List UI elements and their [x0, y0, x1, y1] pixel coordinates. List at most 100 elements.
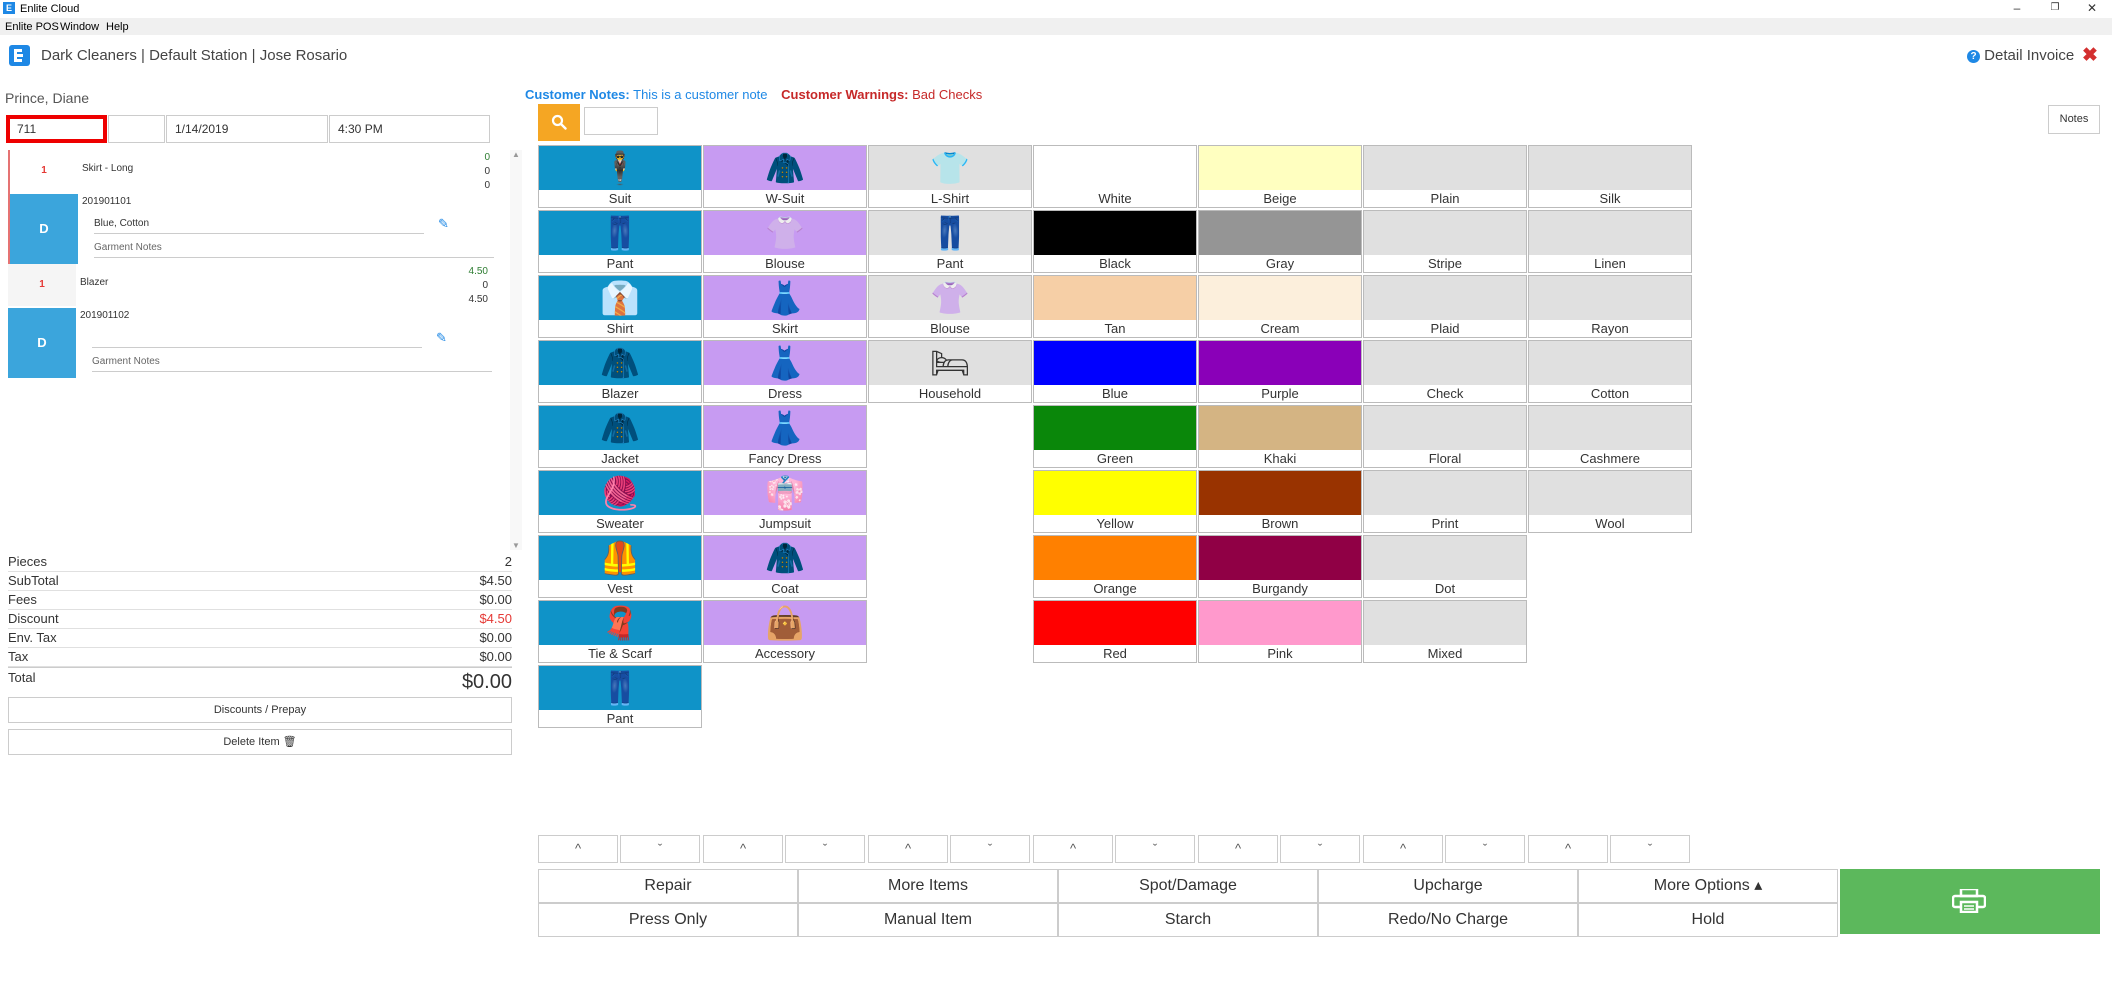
- menu-help[interactable]: Help: [106, 21, 129, 33]
- fabric-tile-rayon[interactable]: Rayon: [1528, 275, 1692, 338]
- date-field[interactable]: 1/14/2019: [166, 115, 328, 143]
- scroll-up-button[interactable]: ^: [1363, 835, 1443, 863]
- pattern-tile-plaid[interactable]: Plaid: [1363, 275, 1527, 338]
- item-type-badge[interactable]: D: [10, 194, 78, 264]
- menu-enlite-pos[interactable]: Enlite POS: [5, 21, 59, 33]
- fabric-tile-silk[interactable]: Silk: [1528, 145, 1692, 208]
- repair-button[interactable]: Repair: [538, 869, 798, 903]
- color-tile-red[interactable]: Red: [1033, 600, 1197, 663]
- list-item[interactable]: 1 Blazer 4.50 0 4.50 201901102 D ✎ Garme…: [8, 264, 492, 378]
- pattern-tile-mixed[interactable]: Mixed: [1363, 600, 1527, 663]
- close-icon[interactable]: ✖: [2082, 44, 2098, 67]
- color-tile-brown[interactable]: Brown: [1198, 470, 1362, 533]
- pattern-tile-floral[interactable]: Floral: [1363, 405, 1527, 468]
- garment-tile-tie-scarf[interactable]: 🧣 Tie & Scarf: [538, 600, 702, 663]
- manual-item-button[interactable]: Manual Item: [798, 903, 1058, 937]
- blank-field[interactable]: [108, 115, 165, 143]
- restore-button[interactable]: ❐: [2035, 0, 2075, 18]
- garment-tile-accessory[interactable]: 👜 Accessory: [703, 600, 867, 663]
- color-tile-white[interactable]: White: [1033, 145, 1197, 208]
- scroll-down-button[interactable]: ˇ: [1445, 835, 1525, 863]
- scroll-down-button[interactable]: ˇ: [620, 835, 700, 863]
- garment-tile-blouse[interactable]: 👚 Blouse: [703, 210, 867, 273]
- color-tile-cream[interactable]: Cream: [1198, 275, 1362, 338]
- garment-tile-vest[interactable]: 🦺 Vest: [538, 535, 702, 598]
- scroll-up-icon[interactable]: ▲: [510, 150, 522, 159]
- scroll-down-button[interactable]: ˇ: [1115, 835, 1195, 863]
- search-button[interactable]: [538, 104, 580, 141]
- edit-icon[interactable]: ✎: [436, 331, 450, 345]
- notes-button[interactable]: Notes: [2048, 105, 2100, 134]
- garment-tile-l-shirt[interactable]: 👕 L-Shirt: [868, 145, 1032, 208]
- garment-tile-w-suit[interactable]: 🧥 W-Suit: [703, 145, 867, 208]
- garment-tile-blouse[interactable]: 👚 Blouse: [868, 275, 1032, 338]
- color-tile-gray[interactable]: Gray: [1198, 210, 1362, 273]
- garment-tile-pant[interactable]: 👖 Pant: [538, 665, 702, 728]
- color-tile-black[interactable]: Black: [1033, 210, 1197, 273]
- garment-tile-jacket[interactable]: 🧥 Jacket: [538, 405, 702, 468]
- garment-tile-blazer[interactable]: 🧥 Blazer: [538, 340, 702, 403]
- garment-tile-suit[interactable]: 🕴 Suit: [538, 145, 702, 208]
- starch-button[interactable]: Starch: [1058, 903, 1318, 937]
- pattern-tile-stripe[interactable]: Stripe: [1363, 210, 1527, 273]
- garment-tile-coat[interactable]: 🧥 Coat: [703, 535, 867, 598]
- press-only-button[interactable]: Press Only: [538, 903, 798, 937]
- scroll-up-button[interactable]: ^: [703, 835, 783, 863]
- scroll-up-button[interactable]: ^: [868, 835, 948, 863]
- garment-tile-shirt[interactable]: 👔 Shirt: [538, 275, 702, 338]
- scroll-down-button[interactable]: ˇ: [785, 835, 865, 863]
- garment-tile-skirt[interactable]: 👗 Skirt: [703, 275, 867, 338]
- discounts-prepay-button[interactable]: Discounts / Prepay: [8, 697, 512, 723]
- fabric-tile-linen[interactable]: Linen: [1528, 210, 1692, 273]
- color-tile-blue[interactable]: Blue: [1033, 340, 1197, 403]
- fabric-tile-wool[interactable]: Wool: [1528, 470, 1692, 533]
- scroll-down-icon[interactable]: ▼: [510, 541, 522, 550]
- scroll-down-button[interactable]: ˇ: [1280, 835, 1360, 863]
- pattern-tile-plain[interactable]: Plain: [1363, 145, 1527, 208]
- garment-notes-field[interactable]: Garment Notes: [94, 239, 494, 258]
- fabric-tile-cashmere[interactable]: Cashmere: [1528, 405, 1692, 468]
- more-items-button[interactable]: More Items: [798, 869, 1058, 903]
- color-tile-yellow[interactable]: Yellow: [1033, 470, 1197, 533]
- garment-tile-pant[interactable]: 👖 Pant: [868, 210, 1032, 273]
- garment-notes-field[interactable]: Garment Notes: [92, 353, 492, 372]
- fabric-tile-cotton[interactable]: Cotton: [1528, 340, 1692, 403]
- pattern-tile-check[interactable]: Check: [1363, 340, 1527, 403]
- item-details[interactable]: [92, 329, 422, 348]
- scroll-down-button[interactable]: ˇ: [1610, 835, 1690, 863]
- redo-no-charge-button[interactable]: Redo/No Charge: [1318, 903, 1578, 937]
- scroll-up-button[interactable]: ^: [1198, 835, 1278, 863]
- item-details[interactable]: Blue, Cotton: [94, 215, 424, 234]
- item-type-badge[interactable]: D: [8, 308, 76, 378]
- garment-tile-jumpsuit[interactable]: 👘 Jumpsuit: [703, 470, 867, 533]
- item-quantity[interactable]: 1: [10, 150, 78, 192]
- scroll-up-button[interactable]: ^: [538, 835, 618, 863]
- color-tile-purple[interactable]: Purple: [1198, 340, 1362, 403]
- minimize-button[interactable]: –: [1997, 0, 2037, 18]
- print-button[interactable]: [1840, 869, 2100, 934]
- ticket-number-field[interactable]: 711: [6, 115, 107, 143]
- time-field[interactable]: 4:30 PM: [329, 115, 490, 143]
- item-list-scrollbar[interactable]: ▲ ▼: [510, 150, 522, 550]
- garment-tile-sweater[interactable]: 🧶 Sweater: [538, 470, 702, 533]
- color-tile-burgandy[interactable]: Burgandy: [1198, 535, 1362, 598]
- scroll-up-button[interactable]: ^: [1033, 835, 1113, 863]
- scroll-down-button[interactable]: ˇ: [950, 835, 1030, 863]
- spot-damage-button[interactable]: Spot/Damage: [1058, 869, 1318, 903]
- garment-tile-household[interactable]: 🛏 Household: [868, 340, 1032, 403]
- list-item[interactable]: 1 Skirt - Long 0 0 0 201901101 D Blue, C…: [8, 150, 494, 264]
- menu-window[interactable]: Window: [60, 21, 99, 33]
- scroll-up-button[interactable]: ^: [1528, 835, 1608, 863]
- item-quantity[interactable]: 1: [8, 264, 76, 306]
- color-tile-beige[interactable]: Beige: [1198, 145, 1362, 208]
- hold-button[interactable]: Hold: [1578, 903, 1838, 937]
- delete-item-button[interactable]: Delete Item 🗑: [8, 729, 512, 755]
- garment-tile-fancy-dress[interactable]: 👗 Fancy Dress: [703, 405, 867, 468]
- color-tile-orange[interactable]: Orange: [1033, 535, 1197, 598]
- upcharge-button[interactable]: Upcharge: [1318, 869, 1578, 903]
- more-options-button[interactable]: More Options ▴: [1578, 869, 1838, 903]
- color-tile-pink[interactable]: Pink: [1198, 600, 1362, 663]
- garment-tile-dress[interactable]: 👗 Dress: [703, 340, 867, 403]
- edit-icon[interactable]: ✎: [438, 217, 452, 231]
- detail-invoice-link[interactable]: ? Detail Invoice: [1967, 47, 2074, 64]
